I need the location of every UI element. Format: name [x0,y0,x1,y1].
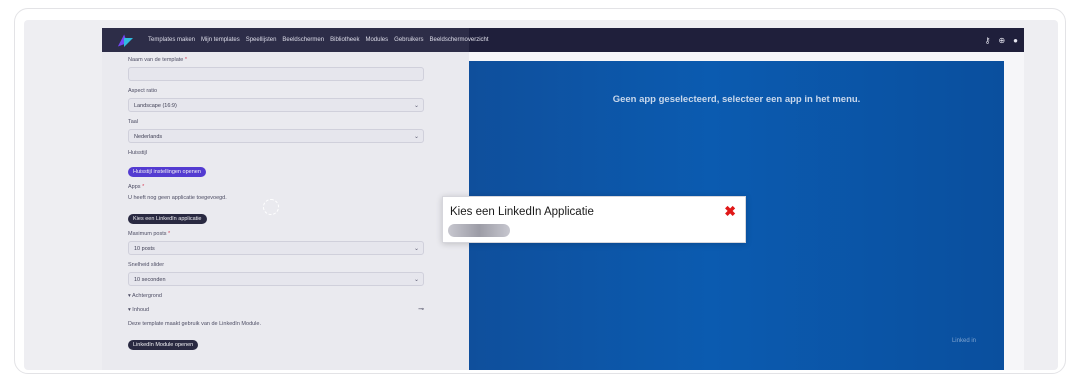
modal-backdrop [102,28,469,370]
globe-icon[interactable]: ⊕ [998,36,1005,45]
user-icon[interactable]: ● [1013,36,1018,45]
key-icon[interactable]: ⚷ [985,36,991,45]
screenshot-frame: Templates maken Mijn templates Speellijs… [14,8,1066,374]
close-icon[interactable]: ✖ [724,203,736,220]
loading-placeholder [448,224,510,237]
choose-app-modal: Kies een LinkedIn Applicatie ✖ [442,196,746,243]
linkedin-logo: Linked in [951,338,976,344]
loading-spinner-icon [263,199,279,215]
topbar-icons: ⚷ ⊕ ● [985,28,1018,52]
preview-message: Geen app geselecteerd, selecteer een app… [612,94,861,105]
modal-title: Kies een LinkedIn Applicatie [450,206,594,218]
browser-viewport: Templates maken Mijn templates Speellijs… [24,20,1058,370]
